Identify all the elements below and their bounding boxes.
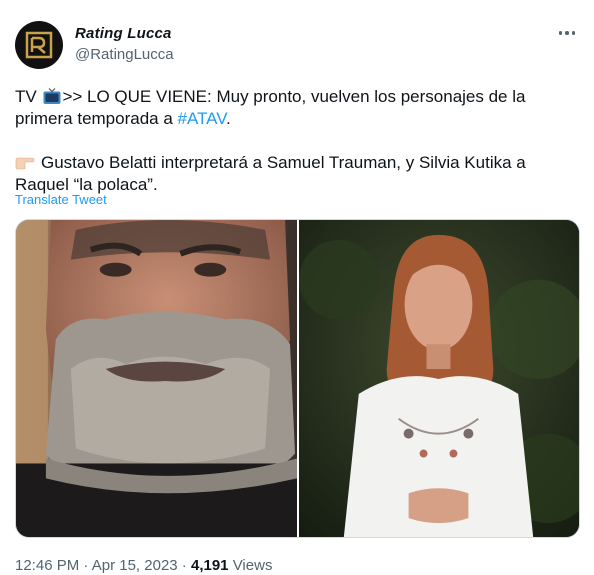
views-label: Views: [228, 557, 273, 574]
media-grid: [15, 219, 580, 538]
tweet-card: Rating Lucca @RatingLucca TV >> LO QUE V…: [0, 0, 594, 575]
rl-monogram-logo-icon: [25, 31, 53, 59]
tweet-text-body: >> LO QUE VIENE: Muy pronto, vuelven los…: [15, 87, 526, 128]
translate-tweet-link[interactable]: Translate Tweet: [15, 192, 107, 207]
author-handle[interactable]: @RatingLucca: [75, 46, 174, 63]
author-display-name[interactable]: Rating Lucca: [75, 25, 172, 42]
tweet-date[interactable]: Apr 15, 2023: [92, 557, 178, 574]
dot-icon: [565, 31, 569, 35]
tweet-text: TV >> LO QUE VIENE: Muy pronto, vuelven …: [15, 86, 581, 196]
television-emoji-icon: [43, 88, 61, 104]
avatar[interactable]: [15, 21, 63, 69]
tweet-text-prefix: TV: [15, 87, 42, 106]
woman-white-blouse-photo[interactable]: [299, 220, 579, 537]
tweet-paragraph-1: TV >> LO QUE VIENE: Muy pronto, vuelven …: [15, 86, 581, 130]
tweet-text-cast: Gustavo Belatti interpretará a Samuel Tr…: [15, 153, 526, 194]
meta-separator: ·: [79, 557, 92, 574]
tweet-text-end: .: [226, 109, 231, 128]
dot-icon: [571, 31, 576, 35]
tweet-time[interactable]: 12:46 PM: [15, 557, 79, 574]
tweet-metadata: 12:46 PM · Apr 15, 2023 · 4,191 Views: [15, 557, 272, 574]
tweet-paragraph-2: Gustavo Belatti interpretará a Samuel Tr…: [15, 152, 581, 196]
dot-icon: [558, 31, 563, 35]
pointing-hand-emoji-icon: [15, 157, 35, 170]
meta-separator: ·: [177, 557, 191, 574]
bearded-man-photo-image: [16, 220, 297, 537]
woman-white-blouse-photo-image: [299, 220, 579, 537]
bearded-man-photo[interactable]: [16, 220, 297, 537]
hashtag-link[interactable]: #ATAV: [178, 109, 227, 128]
views-count: 4,191: [190, 557, 229, 574]
more-options-button[interactable]: [554, 22, 580, 44]
